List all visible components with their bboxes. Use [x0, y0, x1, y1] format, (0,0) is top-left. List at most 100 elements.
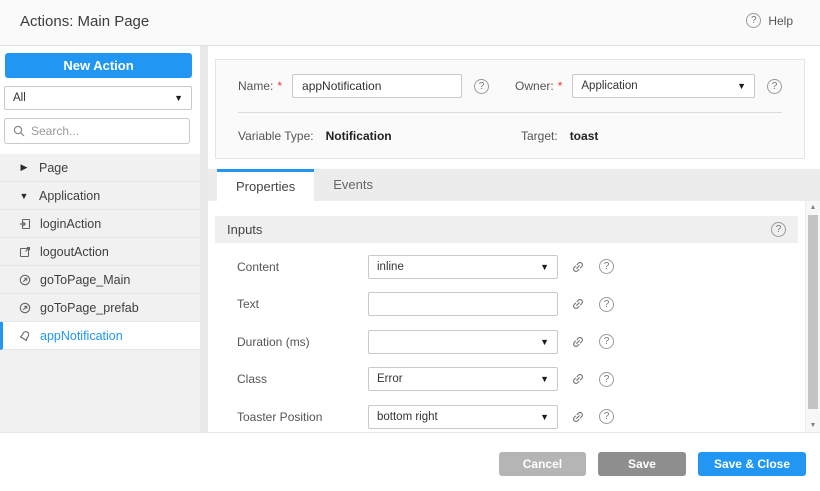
tree-item-loginAction[interactable]: loginAction — [0, 210, 200, 238]
bind-variable-link-icon[interactable] — [571, 260, 585, 274]
scroll-down-icon[interactable]: ▼ — [806, 419, 820, 432]
scrollbar-thumb[interactable] — [808, 215, 818, 409]
input-row-class: Class Error ▼? — [208, 361, 805, 399]
notification-icon — [18, 330, 31, 342]
inputs-section-header: Inputs ? — [215, 216, 798, 243]
tree-item-label: Page — [39, 161, 68, 175]
select-value: inline — [377, 261, 404, 273]
scroll-up-icon[interactable]: ▲ — [806, 201, 820, 214]
toaster-position-select[interactable]: bottom right ▼ — [368, 405, 558, 429]
variable-type-group: Variable Type: Notification — [238, 129, 521, 143]
inputs-rows: Contentinline▼?Text?Duration (ms)▼?Class… — [208, 248, 805, 432]
name-label: Name: — [238, 79, 282, 93]
tree-item-label: appNotification — [40, 329, 123, 343]
help-label: Help — [768, 14, 793, 28]
action-detail-panel: Name: ? Owner: Application ▼ ? Variable … — [208, 46, 820, 432]
bind-variable-link-icon[interactable] — [571, 410, 585, 424]
dropdown-arrow-icon: ▼ — [540, 262, 549, 272]
caret-down-icon: ▼ — [18, 191, 30, 201]
goto-page-icon — [18, 302, 31, 314]
vertical-scrollbar[interactable]: ▲ ▼ — [805, 201, 820, 432]
owner-value: Application — [581, 80, 637, 92]
dropdown-arrow-icon: ▼ — [540, 412, 549, 422]
input-row-label: Content — [237, 260, 368, 274]
properties-tab-content: Inputs ? Contentinline▼?Text?Duration (m… — [208, 201, 805, 432]
new-action-button[interactable]: New Action — [5, 53, 192, 78]
dropdown-arrow-icon: ▼ — [737, 81, 746, 91]
type-target-row: Variable Type: Notification Target: toas… — [238, 113, 782, 158]
tree-item-label: goToPage_Main — [40, 273, 130, 287]
class-select[interactable]: Error ▼ — [368, 367, 558, 391]
save-button[interactable]: Save — [598, 452, 686, 476]
action-filter-value: All — [13, 92, 26, 104]
input-row-label: Text — [237, 297, 368, 311]
owner-help-icon[interactable]: ? — [767, 79, 782, 94]
content-select[interactable]: inline ▼ — [368, 255, 558, 279]
tree-item-label: goToPage_prefab — [40, 301, 139, 315]
name-help-icon[interactable]: ? — [474, 79, 489, 94]
name-owner-row: Name: ? Owner: Application ▼ ? — [238, 60, 782, 113]
logout-icon — [18, 246, 31, 258]
field-help-icon[interactable]: ? — [599, 409, 614, 424]
tree-item-Application[interactable]: ▼ Application — [0, 182, 200, 210]
action-filter-select[interactable]: All ▼ — [4, 86, 192, 110]
tab-properties[interactable]: Properties — [217, 169, 314, 201]
caret-right-icon: ▶ — [18, 162, 30, 173]
titlebar: Actions: Main Page ? Help — [0, 0, 820, 46]
text-input[interactable] — [368, 292, 558, 316]
tree-item-label: Application — [39, 189, 100, 203]
bind-variable-link-icon[interactable] — [571, 372, 585, 386]
bind-variable-link-icon[interactable] — [571, 297, 585, 311]
target-value: toast — [570, 129, 599, 143]
tree-item-Page[interactable]: ▶ Page — [0, 154, 200, 182]
field-help-icon[interactable]: ? — [599, 372, 614, 387]
input-row-content: Content inline ▼? — [208, 248, 805, 286]
field-help-icon[interactable]: ? — [599, 297, 614, 312]
login-icon — [18, 218, 31, 230]
input-row-duration-ms-: Duration (ms) ▼? — [208, 323, 805, 361]
owner-select[interactable]: Application ▼ — [572, 74, 755, 98]
duration-ms--select[interactable]: ▼ — [368, 330, 558, 354]
target-group: Target: toast — [521, 129, 598, 143]
tab-events[interactable]: Events — [314, 169, 392, 201]
input-row-label: Class — [237, 372, 368, 386]
tree-item-goToPage_Main[interactable]: goToPage_Main — [0, 266, 200, 294]
select-value: Error — [377, 373, 403, 385]
field-help-icon[interactable]: ? — [599, 334, 614, 349]
inputs-section-title: Inputs — [227, 222, 771, 237]
dialog-footer: Cancel Save Save & Close — [0, 432, 820, 491]
variable-type-label: Variable Type: — [238, 129, 314, 143]
bind-variable-link-icon[interactable] — [571, 335, 585, 349]
dropdown-arrow-icon: ▼ — [540, 374, 549, 384]
cancel-button[interactable]: Cancel — [499, 452, 586, 476]
variable-type-value: Notification — [326, 129, 392, 143]
page-title: Actions: Main Page — [20, 13, 149, 30]
search-icon — [13, 125, 25, 137]
owner-label: Owner: — [515, 79, 562, 93]
actions-sidebar: New Action All ▼ ▶ Page ▼ Application loginA… — [0, 46, 200, 432]
input-row-text: Text? — [208, 286, 805, 324]
dropdown-arrow-icon: ▼ — [174, 93, 183, 103]
tree-item-logoutAction[interactable]: logoutAction — [0, 238, 200, 266]
tree-item-label: loginAction — [40, 217, 101, 231]
search-input[interactable] — [31, 124, 181, 138]
input-row-toaster-position: Toaster Position bottom right ▼? — [208, 398, 805, 432]
field-help-icon[interactable]: ? — [599, 259, 614, 274]
help-button[interactable]: ? Help — [746, 13, 793, 28]
body: New Action All ▼ ▶ Page ▼ Application loginA… — [0, 46, 820, 432]
name-input[interactable] — [292, 74, 462, 98]
goto-page-icon — [18, 274, 31, 286]
target-label: Target: — [521, 129, 558, 143]
inputs-help-icon[interactable]: ? — [771, 222, 786, 237]
tree-item-goToPage_prefab[interactable]: goToPage_prefab — [0, 294, 200, 322]
input-row-label: Toaster Position — [237, 410, 368, 424]
action-summary-panel: Name: ? Owner: Application ▼ ? Variable … — [215, 59, 805, 159]
select-value: bottom right — [377, 411, 438, 423]
footer-buttons: Cancel Save Save & Close — [499, 452, 806, 476]
tree-item-label: logoutAction — [40, 245, 109, 259]
input-row-label: Duration (ms) — [237, 335, 368, 349]
save-and-close-button[interactable]: Save & Close — [698, 452, 806, 476]
action-tree: ▶ Page ▼ Application loginAction logoutAction… — [0, 154, 200, 432]
dropdown-arrow-icon: ▼ — [540, 337, 549, 347]
tree-item-appNotification[interactable]: appNotification — [0, 322, 200, 350]
